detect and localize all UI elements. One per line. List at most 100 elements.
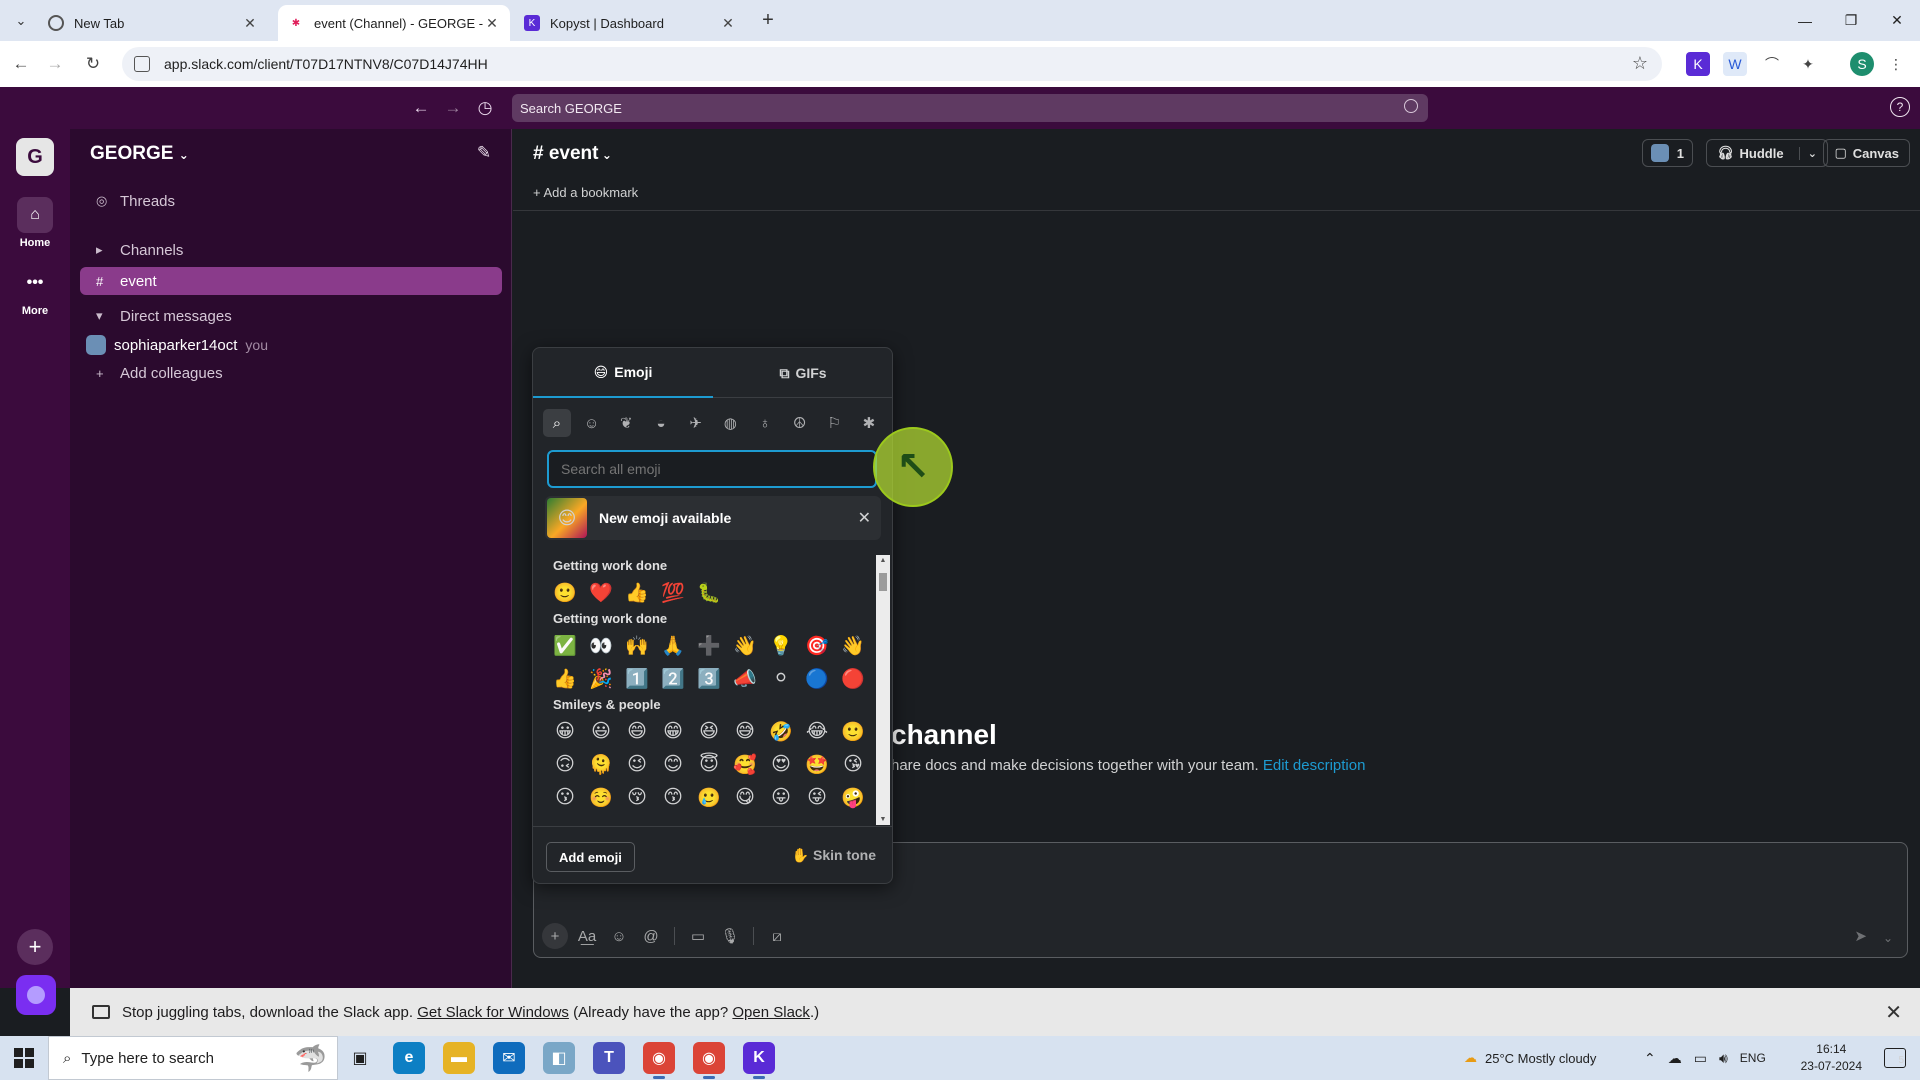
emoji-option[interactable]: 👍 (619, 576, 655, 609)
extensions-puzzle-icon[interactable]: ✦ (1796, 52, 1820, 76)
history-back-icon[interactable]: ← (408, 95, 434, 121)
food-category-icon[interactable]: ◒ (647, 409, 675, 437)
shortcuts-slash-icon[interactable]: ⧄ (764, 923, 790, 949)
chevron-down-icon[interactable]: ⌄ (1798, 146, 1817, 160)
emoji-option[interactable]: 🎯 (799, 629, 835, 662)
emoji-option[interactable]: 😀 (547, 715, 583, 748)
channel-name-menu[interactable]: # event ⌄ (533, 143, 612, 165)
help-icon[interactable]: ? (1890, 97, 1910, 117)
teams-icon[interactable]: T (593, 1042, 625, 1074)
smileys-category-icon[interactable]: ☺ (578, 409, 606, 437)
emoji-option[interactable]: 🎉 (583, 662, 619, 695)
add-bookmark-button[interactable]: + Add a bookmark (533, 185, 638, 200)
emoji-option[interactable]: 🤣 (763, 715, 799, 748)
emoji-option[interactable]: 😚 (619, 781, 655, 814)
windows-start-icon[interactable] (14, 1048, 34, 1068)
history-clock-icon[interactable]: ◷ (472, 95, 498, 121)
scroll-thumb[interactable] (879, 573, 887, 591)
emoji-list-scrollbar[interactable]: ▲ ▼ (876, 555, 890, 825)
emoji-option[interactable]: 🙃 (547, 748, 583, 781)
profile-avatar[interactable]: S (1850, 52, 1874, 76)
workspace-avatar[interactable]: G (16, 138, 54, 176)
emoji-option[interactable]: ➕ (691, 629, 727, 662)
reload-icon[interactable]: ↻ (78, 49, 108, 79)
emoji-option[interactable]: ✅ (547, 629, 583, 662)
emoji-option[interactable]: 😃 (583, 715, 619, 748)
back-icon[interactable]: ← (6, 49, 36, 79)
members-button[interactable]: 1 (1641, 139, 1693, 167)
language-indicator[interactable]: ENG (1740, 1051, 1766, 1065)
emoji-option[interactable]: 🥲 (691, 781, 727, 814)
workspace-name-menu[interactable]: GEORGE ⌄ (90, 143, 189, 165)
browser-menu-icon[interactable]: ⋮ (1884, 52, 1908, 76)
send-icon[interactable]: ➤ (1854, 927, 1867, 945)
kopyst-app-icon[interactable]: K (743, 1042, 775, 1079)
emoji-option[interactable]: 🔵 (799, 662, 835, 695)
compose-icon[interactable]: ✎ (473, 143, 495, 165)
emoji-option[interactable]: 😂 (799, 715, 835, 748)
emoji-option[interactable]: ❤️ (583, 576, 619, 609)
emoji-option[interactable]: 🙏 (655, 629, 691, 662)
file-explorer-icon[interactable]: ▬ (443, 1042, 475, 1074)
rail-home[interactable]: ⌂ Home (0, 197, 70, 249)
emoji-option[interactable]: 1️⃣ (619, 662, 655, 695)
objects-category-icon[interactable]: ♁ (751, 409, 779, 437)
chrome-profile-icon[interactable]: ◉ (693, 1042, 725, 1079)
mention-icon[interactable]: @ (638, 923, 664, 949)
emoji-option[interactable]: 😋 (727, 781, 763, 814)
emoji-option[interactable]: 😁 (655, 715, 691, 748)
close-window-button[interactable]: ✕ (1874, 0, 1920, 41)
emoji-option[interactable]: 😘 (835, 748, 871, 781)
emoji-option[interactable]: 👍 (547, 662, 583, 695)
emoji-option[interactable]: 👀 (583, 629, 619, 662)
site-info-icon[interactable] (134, 56, 150, 72)
chevron-up-icon[interactable]: ⌃ (1644, 1050, 1656, 1067)
emoji-option[interactable]: 🤩 (799, 748, 835, 781)
add-workspace-button[interactable]: + (17, 929, 53, 965)
emoji-option[interactable]: 🔴 (835, 662, 871, 695)
video-clip-icon[interactable]: ▭ (685, 923, 711, 949)
emoji-option[interactable]: ⚪ (763, 662, 799, 695)
emoji-option[interactable]: ☺️ (583, 781, 619, 814)
weather-widget[interactable]: ☁ 25°C Mostly cloudy (1464, 1036, 1596, 1080)
nature-category-icon[interactable]: ❦ (612, 409, 640, 437)
close-tab-icon[interactable]: ✕ (484, 15, 500, 32)
scroll-down-arrow-icon[interactable]: ▼ (879, 816, 887, 823)
tab-gifs[interactable]: ⧉ GIFs (713, 348, 892, 398)
mail-icon[interactable]: ✉ (493, 1042, 525, 1074)
tab-slack-event[interactable]: ✱ event (Channel) - GEORGE - Sla ✕ (278, 5, 510, 41)
emoji-option[interactable]: 👋 (727, 629, 763, 662)
emoji-icon[interactable]: ☺ (606, 923, 632, 949)
flags-category-icon[interactable]: ⚐ (820, 409, 848, 437)
rail-more[interactable]: ••• More (0, 265, 70, 317)
emoji-option[interactable]: 😄 (619, 715, 655, 748)
travel-category-icon[interactable]: ✈ (682, 409, 710, 437)
kopyst-extension-icon[interactable]: K (1686, 52, 1710, 76)
emoji-option[interactable]: 🐛 (691, 576, 727, 609)
close-tab-icon[interactable]: ✕ (720, 15, 736, 32)
sidebar-item-add-colleagues[interactable]: + Add colleagues (80, 359, 502, 387)
close-icon[interactable]: ✕ (1885, 1000, 1902, 1025)
skin-tone-button[interactable]: ✋ Skin tone (792, 847, 876, 864)
tab-kopyst[interactable]: K Kopyst | Dashboard ✕ (514, 5, 746, 41)
sidebar-item-event[interactable]: # event (80, 267, 502, 295)
formatting-icon[interactable]: A͟a (574, 923, 600, 949)
tab-search-chevron-icon[interactable]: ⌄ (8, 8, 34, 34)
search-icon[interactable]: ⌕ (543, 409, 571, 437)
slack-custom-category-icon[interactable]: ✱ (855, 409, 883, 437)
emoji-option[interactable]: 3️⃣ (691, 662, 727, 695)
tab-emoji[interactable]: 😄 Emoji (533, 348, 713, 398)
emoji-option[interactable]: 😙 (655, 781, 691, 814)
minimize-button[interactable]: — (1782, 0, 1828, 41)
taskbar-search[interactable]: ⌕ Type here to search 🦈 (48, 1036, 338, 1080)
emoji-option[interactable]: 😉 (619, 748, 655, 781)
sidebar-item-dm-self[interactable]: sophiaparker14oct you (80, 331, 502, 359)
emoji-option[interactable]: 😜 (799, 781, 835, 814)
emoji-option[interactable]: 😛 (763, 781, 799, 814)
bookmark-star-icon[interactable]: ☆ (1632, 53, 1648, 74)
get-slack-windows-link[interactable]: Get Slack for Windows (417, 1004, 569, 1021)
emoji-option[interactable]: 😇 (691, 748, 727, 781)
microphone-icon[interactable]: 🎙︎ (717, 923, 743, 949)
emoji-option[interactable]: 🥰 (727, 748, 763, 781)
task-view-icon[interactable]: ▣ (344, 1042, 376, 1074)
